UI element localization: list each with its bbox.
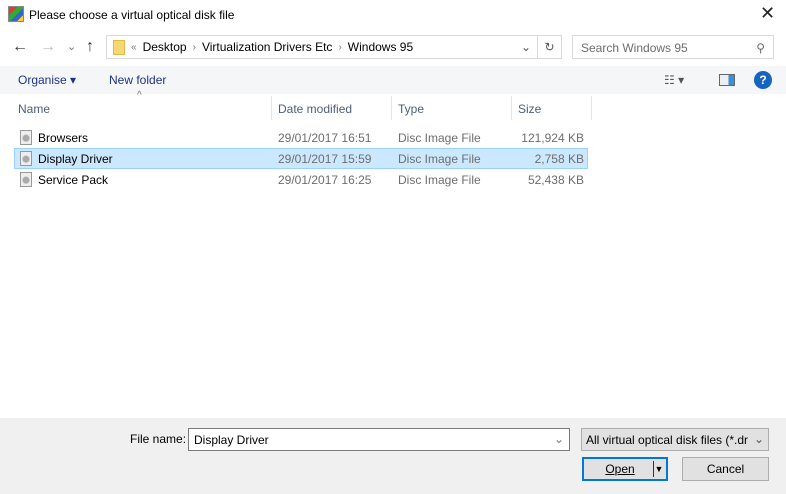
file-type: Disc Image File xyxy=(398,151,481,166)
column-headers: Name Date modified Type Size xyxy=(12,96,592,120)
file-size: 52,438 KB xyxy=(527,172,584,187)
column-date[interactable]: Date modified xyxy=(272,96,392,120)
folder-icon xyxy=(113,39,125,55)
file-name-value: Display Driver xyxy=(194,433,269,447)
back-button[interactable]: ← xyxy=(12,38,28,56)
file-type: Disc Image File xyxy=(398,172,481,187)
open-button[interactable]: Open ▼ xyxy=(582,457,668,481)
file-size: 2,758 KB xyxy=(534,151,584,166)
preview-pane-icon[interactable] xyxy=(719,74,735,86)
file-type: Disc Image File xyxy=(398,130,481,145)
file-row[interactable]: Browsers 29/01/2017 16:51 Disc Image Fil… xyxy=(14,127,588,148)
chevron-right-icon: › xyxy=(192,41,196,53)
new-folder-button[interactable]: New folder xyxy=(109,73,166,87)
file-name: Service Pack xyxy=(38,172,109,187)
search-icon: ⚲ xyxy=(756,41,765,55)
search-input[interactable]: Search Windows 95 ⚲ xyxy=(572,35,774,59)
forward-button[interactable]: → xyxy=(40,38,56,56)
column-size[interactable]: Size xyxy=(512,96,592,120)
refresh-button[interactable]: ↻ xyxy=(538,35,562,59)
file-date: 29/01/2017 16:25 xyxy=(278,172,372,187)
breadcrumb-desktop[interactable]: Desktop xyxy=(143,40,187,54)
help-button[interactable]: ? xyxy=(754,71,772,89)
up-button[interactable]: ↑ xyxy=(86,38,94,56)
file-type-value: All virtual optical disk files (*.dr xyxy=(586,433,749,447)
file-size: 121,924 KB xyxy=(521,130,584,145)
file-name-input[interactable]: Display Driver ⌄ xyxy=(188,428,570,451)
chevron-right-icon: › xyxy=(338,41,342,53)
file-name: Display Driver xyxy=(38,151,113,166)
file-type-select[interactable]: All virtual optical disk files (*.dr ⌄ xyxy=(581,428,769,451)
open-label: Open xyxy=(605,462,635,476)
file-row-selected[interactable]: Display Driver 29/01/2017 15:59 Disc Ima… xyxy=(14,148,588,169)
file-date: 29/01/2017 15:59 xyxy=(278,151,372,166)
column-type[interactable]: Type xyxy=(392,96,512,120)
file-date: 29/01/2017 16:51 xyxy=(278,130,372,145)
file-row[interactable]: Service Pack 29/01/2017 16:25 Disc Image… xyxy=(14,169,588,190)
recent-locations-button[interactable]: ⌄ xyxy=(67,40,76,53)
cancel-button[interactable]: Cancel xyxy=(682,457,769,481)
open-dropdown-arrow[interactable]: ▼ xyxy=(653,461,664,477)
column-name[interactable]: Name xyxy=(12,96,272,120)
disc-image-icon xyxy=(20,130,32,145)
app-icon xyxy=(8,6,24,22)
close-button[interactable]: ✕ xyxy=(760,3,775,24)
view-options-button[interactable]: ☷ ▾ xyxy=(664,73,684,87)
address-bar[interactable]: « Desktop › Virtualization Drivers Etc ›… xyxy=(106,35,538,59)
chevron-down-icon: ⌄ xyxy=(753,432,764,446)
file-name: Browsers xyxy=(38,130,89,145)
disc-image-icon xyxy=(20,172,32,187)
breadcrumb-windows95[interactable]: Windows 95 xyxy=(348,40,413,54)
file-name-label: File name: xyxy=(130,432,187,446)
overflow-chevron[interactable]: « xyxy=(131,42,137,53)
window-title: Please choose a virtual optical disk fil… xyxy=(29,8,235,22)
disc-image-icon xyxy=(20,151,32,166)
search-placeholder: Search Windows 95 xyxy=(581,41,688,55)
address-dropdown[interactable]: ⌄ xyxy=(521,40,531,54)
breadcrumb-virtualization[interactable]: Virtualization Drivers Etc xyxy=(202,40,333,54)
organise-button[interactable]: Organise ▾ xyxy=(18,73,76,87)
chevron-down-icon[interactable]: ⌄ xyxy=(554,432,564,446)
